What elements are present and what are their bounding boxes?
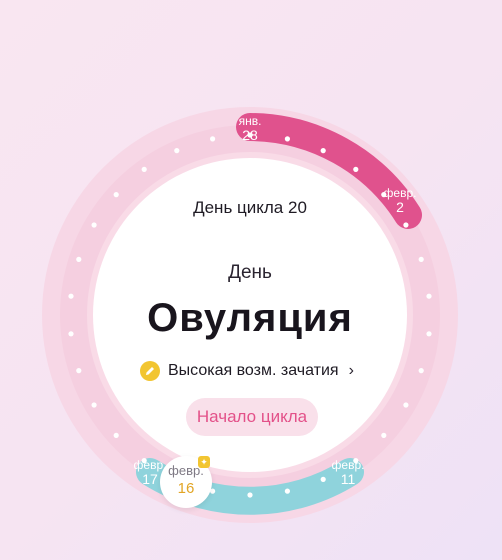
day-dot — [284, 488, 290, 494]
fertility-text: Высокая возм. зачатия — [168, 362, 339, 379]
chevron-right-icon: › — [348, 362, 354, 379]
fertile-end-day: 11 — [340, 471, 356, 487]
day-dot — [210, 136, 216, 142]
day-label: День — [228, 262, 272, 283]
day-dot — [91, 402, 97, 408]
day-dot — [68, 331, 74, 337]
pencil-icon — [140, 361, 160, 381]
fertility-link[interactable]: Высокая возм. зачатия › — [140, 360, 354, 382]
day-dot — [91, 222, 97, 228]
day-dot — [76, 368, 82, 374]
day-dot — [68, 293, 74, 299]
cycle-day-text: День цикла 20 — [193, 198, 307, 217]
day-dot — [426, 331, 432, 337]
day-dot — [418, 256, 424, 262]
day-dot — [403, 222, 409, 228]
period-start-label[interactable]: янв. 28 — [232, 114, 268, 142]
day-dot — [403, 402, 409, 408]
phase-title: Овуляция — [147, 296, 353, 340]
cycle-summary-card: День цикла 20 День Овуляция Высокая возм… — [103, 146, 397, 466]
start-cycle-button[interactable]: Начало цикла — [186, 398, 318, 436]
day-dot — [247, 492, 253, 498]
period-start-day: 28 — [242, 127, 258, 143]
today-day: 16 — [177, 480, 195, 497]
day-dot — [418, 368, 424, 374]
day-dot — [426, 293, 432, 299]
day-dot — [76, 256, 82, 262]
period-start-month: янв. — [238, 114, 262, 128]
day-dot — [284, 136, 290, 142]
